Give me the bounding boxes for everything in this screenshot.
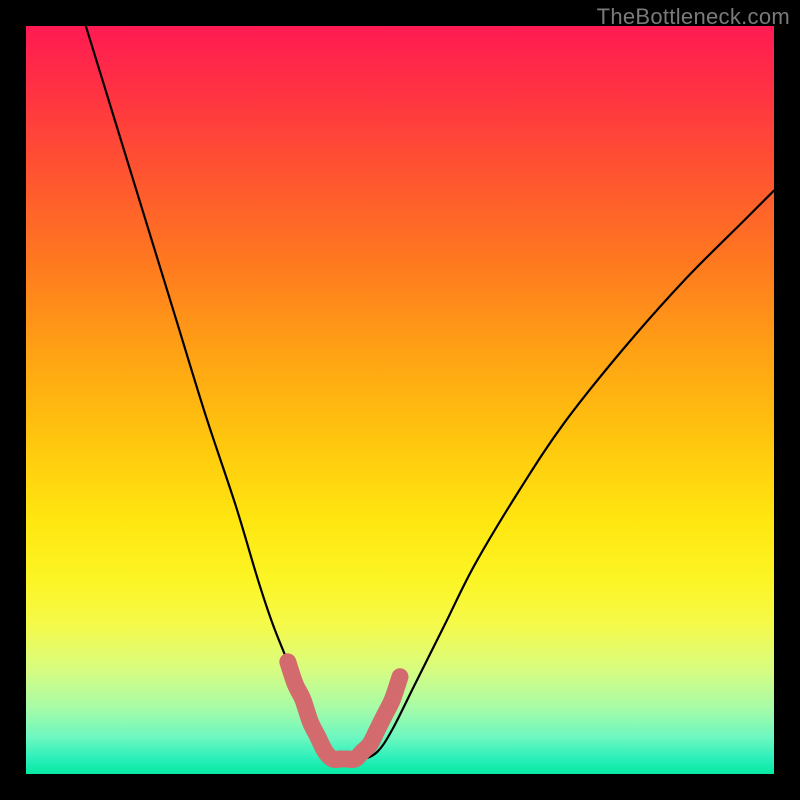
bottleneck-curve <box>86 26 774 760</box>
plot-area <box>26 26 774 774</box>
curve-layer <box>26 26 774 774</box>
chart-frame: TheBottleneck.com <box>0 0 800 800</box>
